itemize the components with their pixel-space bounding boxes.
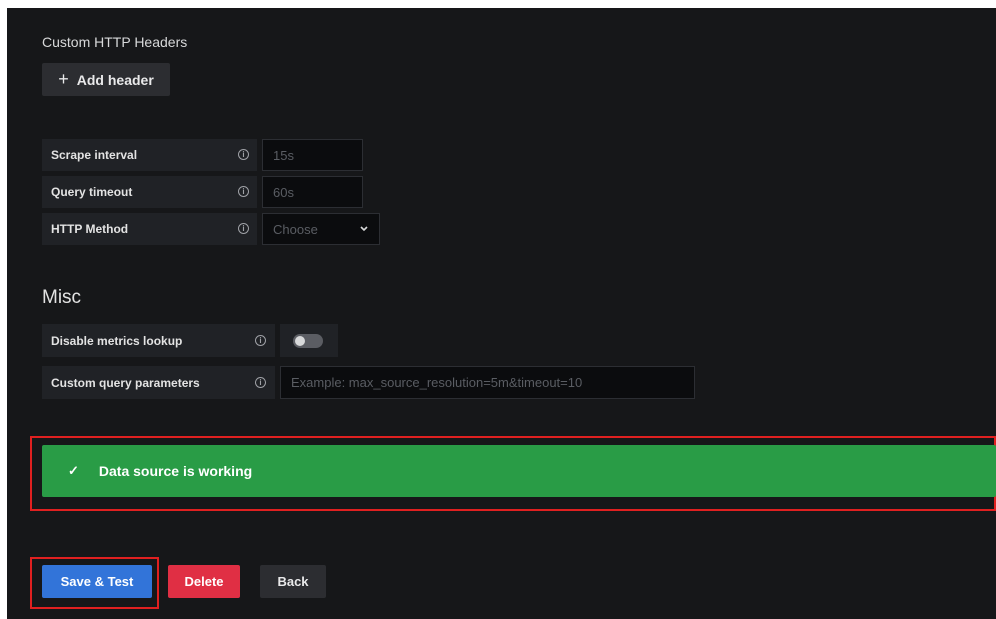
query-timeout-label: Query timeout [51, 185, 133, 199]
back-button[interactable]: Back [260, 565, 326, 598]
custom-query-row: Custom query parameters i [42, 366, 275, 399]
misc-title: Misc [42, 287, 82, 308]
http-method-value: Choose [273, 221, 318, 237]
scrape-interval-row: Scrape interval i [42, 139, 257, 171]
info-icon[interactable]: i [255, 335, 266, 346]
custom-query-label: Custom query parameters [51, 375, 200, 390]
scrape-interval-label: Scrape interval [51, 148, 138, 162]
disable-metrics-label: Disable metrics lookup [51, 333, 183, 348]
scrape-interval-input[interactable]: 15s [262, 139, 363, 171]
info-icon[interactable]: i [238, 223, 249, 234]
query-timeout-input[interactable]: 60s [262, 176, 363, 208]
disable-metrics-toggle-container [280, 324, 338, 357]
custom-query-input[interactable]: Example: max_source_resolution=5m&timeou… [280, 366, 695, 399]
datasource-settings-panel: Custom HTTP Headers + Add header Scrape … [7, 8, 996, 619]
add-header-label: Add header [76, 71, 154, 88]
alert-message: Data source is working [98, 463, 253, 479]
info-icon[interactable]: i [238, 149, 249, 160]
success-alert: ✓ Data source is working [42, 445, 996, 497]
plus-icon: + [58, 69, 69, 89]
toggle-knob [295, 336, 305, 346]
info-icon[interactable]: i [255, 377, 266, 388]
delete-button[interactable]: Delete [168, 565, 240, 598]
add-header-button[interactable]: + Add header [42, 63, 170, 96]
http-method-label: HTTP Method [51, 222, 129, 236]
disable-metrics-toggle[interactable] [293, 334, 323, 348]
save-and-test-button[interactable]: Save & Test [42, 565, 152, 598]
disable-metrics-row: Disable metrics lookup i [42, 324, 275, 357]
http-method-row: HTTP Method i [42, 213, 257, 245]
custom-http-headers-title: Custom HTTP Headers [42, 34, 188, 50]
query-timeout-row: Query timeout i [42, 176, 257, 208]
check-icon: ✓ [68, 463, 79, 478]
chevron-down-icon [360, 226, 368, 232]
http-method-select[interactable]: Choose [262, 213, 380, 245]
info-icon[interactable]: i [238, 186, 249, 197]
